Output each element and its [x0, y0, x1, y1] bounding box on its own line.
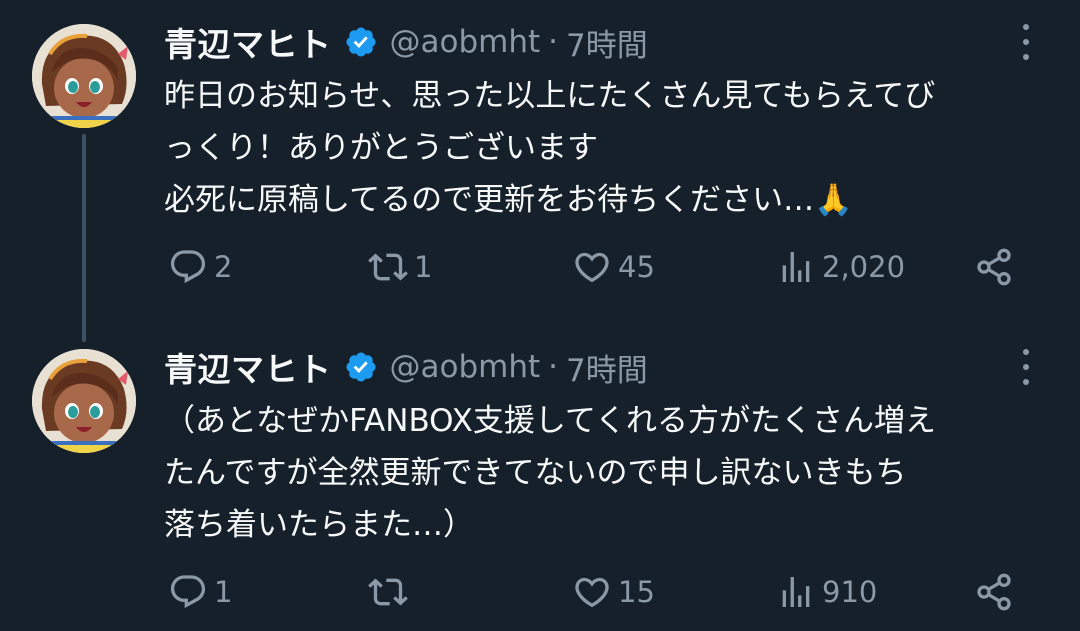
reply-button[interactable]: 2	[168, 245, 232, 289]
display-name[interactable]: 青辺マヒト	[164, 343, 332, 391]
tweet-text: 昨日のお知らせ、思った以上にたくさん見てもらえてび っくり！ありがとうございます…	[164, 70, 1049, 226]
share-icon	[977, 248, 1011, 286]
retweet-icon	[368, 578, 408, 606]
tweet-header: 青辺マヒト @aobmht · 7時間	[164, 345, 648, 389]
share-icon	[977, 573, 1011, 611]
separator-dot: ·	[548, 349, 558, 385]
retweet-button[interactable]: 1	[368, 245, 432, 289]
reply-button[interactable]: 1	[168, 570, 232, 614]
tweet-text-line: （あとなぜかFANBOX支援してくれる方がたくさん増え	[164, 403, 936, 439]
tweet-text-line: っくり！ありがとうございます	[164, 130, 598, 166]
reply-count: 2	[214, 250, 233, 284]
reply-bubble-icon	[170, 575, 206, 609]
user-handle[interactable]: @aobmht	[390, 349, 541, 385]
like-count: 45	[618, 250, 655, 284]
verified-badge-icon	[344, 350, 378, 384]
share-button[interactable]	[974, 245, 1014, 289]
view-count: 2,020	[822, 250, 906, 284]
reply-count: 1	[214, 575, 233, 609]
tweet-header: 青辺マヒト @aobmht · 7時間	[164, 20, 648, 64]
display-name[interactable]: 青辺マヒト	[164, 18, 332, 66]
tweet-text-line: たんですが全然更新できてないので申し訳ないきもち	[164, 455, 907, 491]
views-button[interactable]: 910	[776, 570, 877, 614]
views-bar-chart-icon	[782, 577, 810, 607]
retweet-button[interactable]	[368, 570, 414, 614]
views-bar-chart-icon	[782, 252, 810, 282]
tweet-action-bar: 2 1 45 2,020	[164, 245, 1024, 289]
heart-icon	[575, 252, 609, 283]
avatar[interactable]	[32, 349, 136, 453]
heart-icon	[575, 577, 609, 608]
view-count: 910	[822, 575, 878, 609]
tweet[interactable]: 青辺マヒト @aobmht · 7時間 昨日のお知らせ、思った以上にたくさん見て…	[0, 0, 1080, 320]
like-button[interactable]: 45	[572, 245, 655, 289]
more-vertical-icon[interactable]	[1016, 22, 1036, 62]
tweet-text-line: 昨日のお知らせ、思った以上にたくさん見てもらえてび	[164, 78, 936, 114]
retweet-count: 1	[414, 250, 433, 284]
like-button[interactable]: 15	[572, 570, 655, 614]
more-vertical-icon[interactable]	[1016, 347, 1036, 387]
timestamp[interactable]: 7時間	[566, 20, 648, 65]
tweet-action-bar: 1 15 910	[164, 570, 1024, 614]
separator-dot: ·	[548, 24, 558, 60]
views-button[interactable]: 2,020	[776, 245, 905, 289]
avatar[interactable]	[32, 24, 136, 128]
share-button[interactable]	[974, 570, 1014, 614]
tweet-text: （あとなぜかFANBOX支援してくれる方がたくさん増え たんですが全然更新できて…	[164, 395, 1049, 551]
tweet[interactable]: 青辺マヒト @aobmht · 7時間 （あとなぜかFANBOX支援してくれる方…	[0, 325, 1080, 631]
tweet-text-line: 落ち着いたらまた…）	[164, 507, 474, 543]
verified-badge-icon	[344, 25, 378, 59]
user-handle[interactable]: @aobmht	[390, 24, 541, 60]
like-count: 15	[618, 575, 655, 609]
retweet-icon	[368, 253, 408, 281]
timestamp[interactable]: 7時間	[566, 345, 648, 390]
reply-bubble-icon	[170, 250, 206, 284]
tweet-text-line: 必死に原稿してるので更新をお待ちください…🙏	[164, 182, 853, 218]
